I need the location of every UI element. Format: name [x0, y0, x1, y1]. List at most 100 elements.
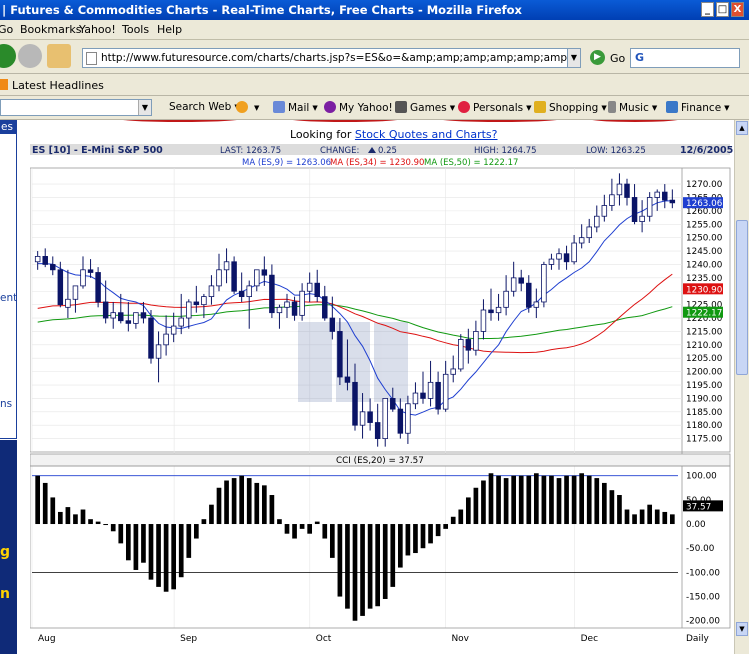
- cci-bar: [337, 524, 343, 597]
- menu-bookmarks[interactable]: Bookmarks: [20, 23, 81, 36]
- my-yahoo-button[interactable]: My Yahoo!: [324, 101, 393, 114]
- go-icon[interactable]: ▶: [590, 50, 605, 65]
- candle-down: [314, 282, 320, 298]
- cci-bar: [481, 480, 486, 525]
- candle-up: [65, 298, 71, 308]
- menu-tools[interactable]: Tools: [122, 23, 149, 36]
- vertical-scrollbar[interactable]: ▲ ▼: [734, 120, 749, 654]
- candle-down: [87, 269, 94, 273]
- cci-bar: [662, 511, 668, 525]
- cci-bar: [322, 524, 328, 539]
- chart-change-value: 0.25: [378, 146, 397, 156]
- candle-up: [178, 317, 184, 327]
- chevron-down-icon[interactable]: ▼: [138, 100, 151, 115]
- cci-bar: [141, 524, 146, 563]
- candle-up: [223, 261, 230, 271]
- cci-bar: [405, 524, 411, 556]
- url-field[interactable]: http://www.futuresource.com/charts/chart…: [82, 48, 568, 68]
- scroll-thumb[interactable]: [736, 220, 748, 375]
- chart-high: HIGH: 1264.75: [474, 146, 537, 156]
- highlight-button[interactable]: ▼: [236, 101, 259, 114]
- cci-bar: [103, 524, 109, 526]
- header-accent-arc: [290, 120, 400, 122]
- sidebar-link[interactable]: ent: [0, 292, 17, 304]
- menu-yahoo[interactable]: Yahoo!: [79, 23, 116, 36]
- candle-up: [556, 253, 562, 260]
- games-button[interactable]: Games ▼: [395, 101, 455, 114]
- cci-bar: [360, 524, 365, 616]
- sidebar-link[interactable]: ns: [0, 398, 12, 410]
- cci-bar: [420, 524, 426, 549]
- candle-up: [458, 339, 464, 370]
- x-month-label: Sep: [180, 634, 197, 644]
- candle-up: [646, 197, 653, 217]
- cci-bar: [549, 475, 554, 525]
- x-month-label: Aug: [38, 634, 56, 644]
- home-icon[interactable]: [47, 44, 71, 68]
- menu-go[interactable]: Go: [0, 23, 13, 36]
- yahoo-search-input[interactable]: ▼: [0, 99, 152, 116]
- candle-down: [488, 309, 494, 314]
- candle-up: [578, 237, 585, 244]
- cci-bar: [73, 514, 78, 525]
- candle-up: [510, 277, 517, 292]
- stop-icon[interactable]: [18, 44, 42, 68]
- candle-down: [261, 269, 268, 276]
- watermark-block: [298, 322, 332, 402]
- bookmark-latest-headlines[interactable]: Latest Headlines: [12, 79, 104, 92]
- sidebar-ad-banner[interactable]: g n: [0, 440, 17, 654]
- candle-down: [624, 183, 630, 198]
- chart-low: LOW: 1263.25: [586, 146, 646, 156]
- minimize-button[interactable]: _: [701, 2, 714, 17]
- y-tick-label: 1235.00: [686, 274, 723, 284]
- mail-button[interactable]: Mail ▼: [273, 101, 318, 114]
- cci-bar: [269, 495, 275, 525]
- candle-up: [609, 194, 615, 206]
- candle-down: [42, 256, 48, 265]
- candle-down: [118, 312, 124, 322]
- candle-down: [662, 191, 668, 201]
- scroll-up-button[interactable]: ▲: [736, 121, 748, 135]
- page-icon: [86, 52, 97, 65]
- page-content: es ent ns g n Looking for Stock Quotes a…: [0, 120, 734, 654]
- stock-quotes-link[interactable]: Stock Quotes and Charts?: [355, 128, 498, 141]
- cci-bar: [556, 478, 562, 525]
- candle-up: [276, 306, 283, 314]
- shopping-button[interactable]: Shopping ▼: [534, 101, 607, 114]
- cci-badge-label: 37.57: [686, 502, 711, 512]
- quotes-promo: Looking for Stock Quotes and Charts?: [290, 128, 498, 141]
- scroll-down-button[interactable]: ▼: [736, 622, 748, 636]
- google-search-field[interactable]: G: [630, 48, 740, 68]
- url-dropdown-button[interactable]: ▼: [567, 48, 581, 68]
- go-button[interactable]: Go: [610, 52, 625, 65]
- candle-up: [586, 226, 592, 239]
- candle-up: [548, 258, 555, 265]
- cci-bar: [35, 475, 41, 525]
- my-yahoo-icon: [324, 101, 336, 113]
- candle-up: [480, 309, 487, 332]
- cci-bar: [254, 482, 260, 525]
- cci-bar: [647, 504, 653, 525]
- cci-bar: [617, 495, 622, 525]
- y-tick-label: 1200.00: [686, 368, 723, 378]
- candle-down: [465, 339, 472, 351]
- candle-down: [337, 331, 343, 378]
- forward-icon[interactable]: [0, 44, 16, 68]
- candle-down: [140, 312, 147, 319]
- search-web-button[interactable]: Search Web▼: [169, 101, 240, 113]
- close-button[interactable]: X: [731, 2, 744, 17]
- cci-bar: [110, 524, 116, 532]
- cci-bar: [231, 478, 237, 525]
- games-icon: [395, 101, 407, 113]
- cci-bar: [541, 475, 547, 525]
- menu-help[interactable]: Help: [157, 23, 182, 36]
- candle-down: [193, 301, 200, 306]
- cci-tick-label: -50.00: [686, 544, 715, 554]
- personals-button[interactable]: Personals ▼: [458, 101, 532, 114]
- music-button[interactable]: Music ▼: [608, 101, 657, 114]
- candle-up: [541, 264, 547, 303]
- candle-down: [50, 264, 56, 271]
- maximize-button[interactable]: □: [716, 2, 729, 17]
- candle-up: [34, 256, 41, 263]
- finance-button[interactable]: Finance ▼: [666, 101, 730, 114]
